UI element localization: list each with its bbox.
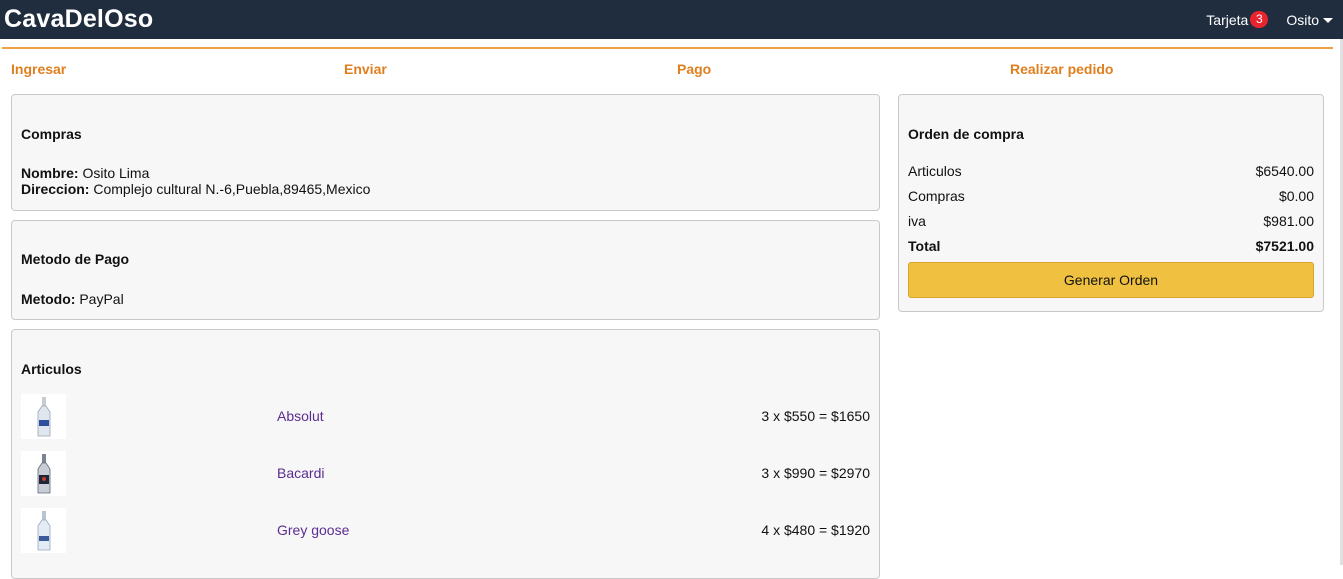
name-label: Nombre: bbox=[21, 165, 79, 181]
item-total: 3 x $990 = $2970 bbox=[761, 465, 870, 481]
shipping-panel: Compras Nombre: Osito Lima Direccion: Co… bbox=[11, 94, 880, 211]
cart-link[interactable]: Tarjeta 3 bbox=[1206, 11, 1269, 28]
summary-label: Compras bbox=[908, 188, 965, 204]
step-realizar-pedido[interactable]: Realizar pedido bbox=[1010, 61, 1113, 77]
name-value: Osito Lima bbox=[82, 165, 150, 181]
payment-panel: Metodo de Pago Metodo: PayPal bbox=[11, 220, 880, 320]
summary-value: $981.00 bbox=[1263, 213, 1314, 229]
address-value: Complejo cultural N.-6,Puebla,89465,Mexi… bbox=[93, 181, 371, 197]
item-total: 4 x $480 = $1920 bbox=[761, 522, 870, 538]
summary-row-total: Total $7521.00 bbox=[908, 238, 1314, 254]
list-item: Bacardi 3 x $990 = $2970 bbox=[21, 451, 870, 496]
bottle-icon bbox=[21, 451, 66, 496]
summary-row-articulos: Articulos $6540.00 bbox=[908, 163, 1314, 179]
item-name-link[interactable]: Bacardi bbox=[277, 465, 324, 481]
checkout-progress-line bbox=[2, 47, 1333, 49]
step-ingresar[interactable]: Ingresar bbox=[11, 61, 66, 77]
summary-value: $0.00 bbox=[1278, 188, 1314, 204]
items-panel: Articulos Absolut 3 x $550 = $1650 Bacar… bbox=[11, 329, 880, 579]
shipping-name-row: Nombre: Osito Lima bbox=[21, 165, 149, 181]
items-title: Articulos bbox=[21, 361, 82, 377]
payment-method-row: Metodo: PayPal bbox=[21, 291, 124, 307]
bottle-icon bbox=[21, 508, 66, 553]
navbar: CavaDelOso Tarjeta 3 Osito bbox=[0, 0, 1343, 39]
summary-title: Orden de compra bbox=[908, 126, 1024, 142]
total-value: $7521.00 bbox=[1255, 238, 1314, 254]
step-pago[interactable]: Pago bbox=[677, 61, 711, 77]
method-label: Metodo: bbox=[21, 291, 76, 307]
generate-order-button[interactable]: Generar Orden bbox=[908, 262, 1314, 298]
bottle-icon bbox=[21, 394, 66, 439]
list-item: Grey goose 4 x $480 = $1920 bbox=[21, 508, 870, 553]
item-total: 3 x $550 = $1650 bbox=[761, 408, 870, 424]
list-item: Absolut 3 x $550 = $1650 bbox=[21, 394, 870, 439]
item-name-link[interactable]: Grey goose bbox=[277, 522, 349, 538]
shipping-address-row: Direccion: Complejo cultural N.-6,Puebla… bbox=[21, 181, 370, 197]
method-value: PayPal bbox=[79, 291, 124, 307]
step-enviar[interactable]: Enviar bbox=[344, 61, 387, 77]
item-name-link[interactable]: Absolut bbox=[277, 408, 324, 424]
caret-down-icon bbox=[1323, 18, 1333, 23]
shipping-title: Compras bbox=[21, 126, 82, 142]
summary-value: $6540.00 bbox=[1255, 163, 1314, 179]
cart-label[interactable]: Tarjeta bbox=[1206, 12, 1248, 28]
summary-row-iva: iva $981.00 bbox=[908, 213, 1314, 229]
nav-right: Tarjeta 3 Osito bbox=[1206, 11, 1333, 28]
summary-label: Articulos bbox=[908, 163, 962, 179]
user-label[interactable]: Osito bbox=[1286, 12, 1319, 28]
summary-label: iva bbox=[908, 213, 926, 229]
checkout-steps: Ingresar Enviar Pago Realizar pedido bbox=[0, 61, 1343, 77]
address-label: Direccion: bbox=[21, 181, 90, 197]
cart-count-badge: 3 bbox=[1250, 11, 1269, 28]
summary-row-compras: Compras $0.00 bbox=[908, 188, 1314, 204]
user-menu[interactable]: Osito bbox=[1286, 12, 1333, 28]
order-summary-panel: Orden de compra Articulos $6540.00 Compr… bbox=[898, 94, 1324, 312]
total-label: Total bbox=[908, 238, 941, 254]
payment-title: Metodo de Pago bbox=[21, 251, 130, 267]
brand-logo[interactable]: CavaDelOso bbox=[4, 5, 153, 34]
